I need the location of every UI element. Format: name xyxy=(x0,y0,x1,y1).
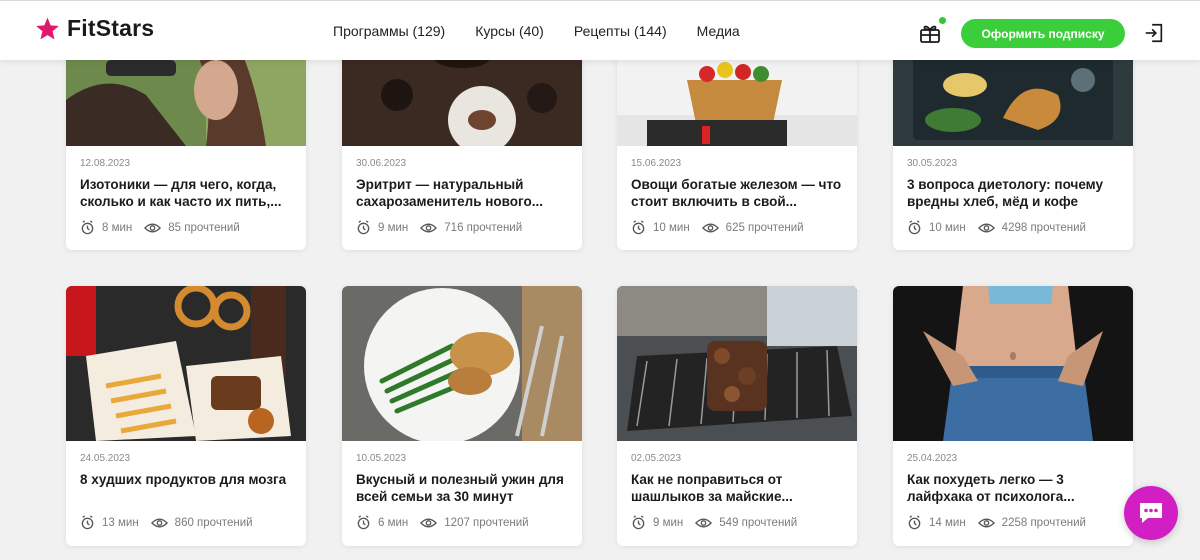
card-meta: 10 мин 4298 прочтений xyxy=(907,220,1086,235)
article-card[interactable]: 02.05.2023 Как не поправиться от шашлыко… xyxy=(617,286,857,546)
card-views: 85 прочтений xyxy=(168,221,240,234)
card-date: 10.05.2023 xyxy=(356,453,407,464)
card-meta: 9 мин 549 прочтений xyxy=(631,515,797,530)
clock-icon xyxy=(81,515,94,530)
notification-dot xyxy=(939,17,946,24)
article-card[interactable]: 15.06.2023 Овощи богатые железом — что с… xyxy=(617,40,857,250)
card-views: 2258 прочтений xyxy=(1001,516,1086,529)
star-logo-icon xyxy=(36,17,59,39)
article-card[interactable]: 25.04.2023 Как похудеть легко — 3 лайфха… xyxy=(893,286,1133,546)
card-date: 12.08.2023 xyxy=(80,158,131,169)
article-card[interactable]: 30.06.2023 Эритрит — натуральный сахароз… xyxy=(342,40,582,250)
card-date: 24.05.2023 xyxy=(80,453,131,464)
card-title: Как похудеть легко — 3 лайфхака от психо… xyxy=(907,472,1075,504)
card-meta: 6 мин 1207 прочтений xyxy=(356,515,529,530)
clock-icon xyxy=(357,515,370,530)
eye-icon xyxy=(150,518,168,527)
logo[interactable]: FitStars xyxy=(34,15,154,42)
card-meta: 8 мин 85 прочтений xyxy=(80,220,240,235)
card-read-time: 6 мин xyxy=(378,516,409,529)
nav-courses[interactable]: Курсы (40) xyxy=(475,23,544,39)
card-read-time: 14 мин xyxy=(929,516,966,529)
card-title: Овощи богатые железом — что стоит включи… xyxy=(631,177,842,209)
card-title: Вкусный и полезный ужин для всей семьи з… xyxy=(356,472,564,504)
gift-icon[interactable] xyxy=(918,21,942,45)
card-title: Как не поправиться от шашлыков за майски… xyxy=(631,472,793,504)
card-meta: 9 мин 716 прочтений xyxy=(356,220,522,235)
chat-button[interactable] xyxy=(1124,486,1178,540)
clock-icon xyxy=(357,220,370,235)
eye-icon xyxy=(701,223,719,232)
login-icon[interactable] xyxy=(1143,22,1165,44)
clock-icon xyxy=(908,515,921,530)
card-read-time: 8 мин xyxy=(102,221,133,234)
card-date: 30.05.2023 xyxy=(907,158,958,169)
eye-icon xyxy=(695,518,713,527)
card-read-time: 9 мин xyxy=(653,516,684,529)
nav-programs[interactable]: Программы (129) xyxy=(333,23,445,39)
card-title: 8 худших продуктов для мозга xyxy=(80,472,287,487)
clock-icon xyxy=(908,220,921,235)
eye-icon xyxy=(420,223,438,232)
eye-icon xyxy=(420,518,438,527)
card-title: Эритрит — натуральный сахарозаменитель н… xyxy=(356,177,543,209)
card-read-time: 13 мин xyxy=(102,516,139,529)
card-meta: 10 мин 625 прочтений xyxy=(631,220,804,235)
logo-text: FitStars xyxy=(67,15,155,41)
article-card[interactable]: 30.05.2023 3 вопроса диетологу: почему в… xyxy=(893,40,1133,250)
card-image-chicken-beans xyxy=(342,286,582,441)
nav-media[interactable]: Медиа xyxy=(697,23,740,39)
card-read-time: 9 мин xyxy=(378,221,409,234)
card-image-grill-kebabs xyxy=(617,286,857,441)
card-date: 25.04.2023 xyxy=(907,453,958,464)
main-nav: Программы (129) Курсы (40) Рецепты (144)… xyxy=(333,23,770,39)
nav-recipes[interactable]: Рецепты (144) xyxy=(574,23,667,39)
card-image-waist-jeans xyxy=(893,286,1133,441)
eye-icon xyxy=(977,223,995,232)
article-card[interactable]: 24.05.2023 8 худших продуктов для мозга … xyxy=(66,286,306,546)
clock-icon xyxy=(632,515,645,530)
site-header: FitStars Программы (129) Курсы (40) Реце… xyxy=(0,0,1200,60)
card-image-fast-food xyxy=(66,286,306,441)
card-views: 625 прочтений xyxy=(725,221,804,234)
card-date: 30.06.2023 xyxy=(356,158,407,169)
eye-icon xyxy=(977,518,995,527)
card-meta: 13 мин 860 прочтений xyxy=(80,515,253,530)
clock-icon xyxy=(81,220,94,235)
eye-icon xyxy=(144,223,162,232)
card-title: Изотоники — для чего, когда, сколько и к… xyxy=(80,177,282,209)
chat-icon xyxy=(1140,503,1162,523)
card-views: 549 прочтений xyxy=(719,516,798,529)
subscribe-button[interactable]: Оформить подписку xyxy=(961,19,1125,48)
card-views: 716 прочтений xyxy=(444,221,523,234)
card-meta: 14 мин 2258 прочтений xyxy=(907,515,1086,530)
article-card[interactable]: 10.05.2023 Вкусный и полезный ужин для в… xyxy=(342,286,582,546)
card-views: 4298 прочтений xyxy=(1001,221,1086,234)
card-date: 02.05.2023 xyxy=(631,453,682,464)
article-card[interactable]: 12.08.2023 Изотоники — для чего, когда, … xyxy=(66,40,306,250)
card-read-time: 10 мин xyxy=(929,221,966,234)
clock-icon xyxy=(632,220,645,235)
card-title: 3 вопроса диетологу: почему вредны хлеб,… xyxy=(907,177,1103,209)
card-views: 860 прочтений xyxy=(174,516,253,529)
card-views: 1207 прочтений xyxy=(444,516,529,529)
card-date: 15.06.2023 xyxy=(631,158,682,169)
card-read-time: 10 мин xyxy=(653,221,690,234)
